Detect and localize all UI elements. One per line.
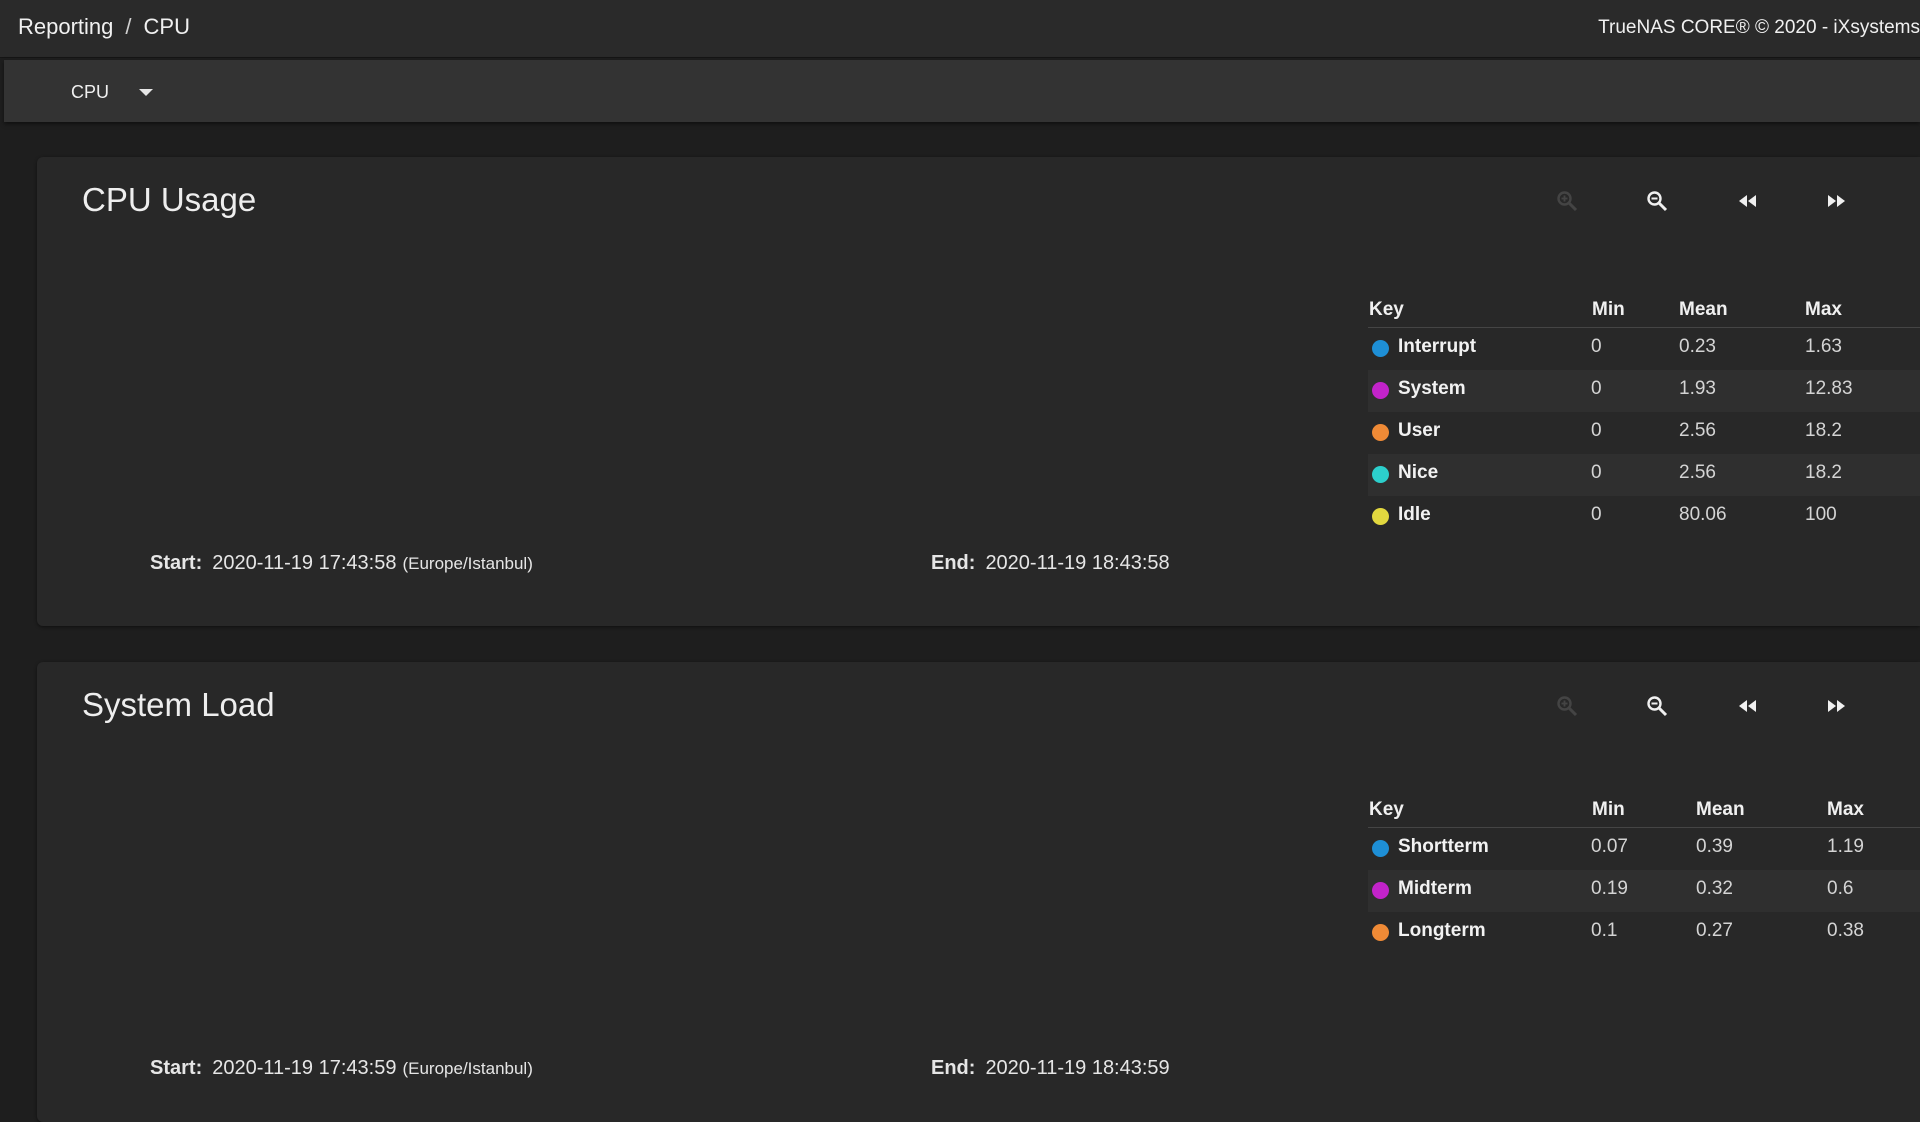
legend-header-min: Min <box>1592 299 1625 320</box>
breadcrumb: Reporting / CPU <box>18 14 190 40</box>
chart-legend-table: Key Min Mean Max Shortterm 0.07 0.39 1.1… <box>1368 793 1920 954</box>
start-value: 2020-11-19 17:43:59 <box>212 1057 397 1079</box>
series-max: 1.19 <box>1827 836 1864 857</box>
card-title: System Load <box>82 686 275 723</box>
timezone-label: (Europe/Istanbul) <box>402 1059 533 1078</box>
series-mean: 80.06 <box>1679 504 1727 525</box>
breadcrumb-reporting[interactable]: Reporting <box>18 14 113 39</box>
start-label: Start: <box>150 1057 203 1079</box>
copyright-text: TrueNAS CORE® © 2020 - iXsystems <box>1598 17 1920 38</box>
breadcrumb-separator: / <box>125 14 132 39</box>
series-min: 0.07 <box>1591 836 1628 857</box>
timezone-label: (Europe/Istanbul) <box>402 554 533 573</box>
series-max: 18.2 <box>1805 420 1842 441</box>
series-color-dot <box>1372 924 1389 941</box>
top-bar: Reporting / CPU TrueNAS CORE® © 2020 - iXs… <box>0 0 1920 58</box>
start-label: Start: <box>150 552 203 574</box>
series-color-dot <box>1372 508 1389 525</box>
series-min: 0.1 <box>1591 920 1618 941</box>
series-min: 0.19 <box>1591 878 1628 899</box>
series-color-dot <box>1372 840 1389 857</box>
series-min: 0 <box>1591 504 1602 525</box>
step-back-icon[interactable] <box>1727 181 1767 221</box>
legend-row-nice: Nice 0 2.56 18.2 <box>1368 454 1920 496</box>
series-max: 100 <box>1805 504 1837 525</box>
system-load-card: System Load Key Min Mean Max Shortterm 0… <box>37 662 1920 1122</box>
legend-header-max: Max <box>1827 799 1864 820</box>
breadcrumb-cpu: CPU <box>143 14 190 39</box>
step-forward-icon[interactable] <box>1817 686 1857 726</box>
series-mean: 1.93 <box>1679 378 1716 399</box>
legend-header-mean: Mean <box>1696 799 1745 820</box>
series-name: System <box>1398 378 1466 399</box>
series-max: 1.63 <box>1805 336 1842 357</box>
series-max: 0.38 <box>1827 920 1864 941</box>
series-mean: 0.39 <box>1696 836 1733 857</box>
series-name: Nice <box>1398 462 1439 483</box>
end-label: End: <box>931 552 976 574</box>
series-color-dot <box>1372 882 1389 899</box>
legend-header-min: Min <box>1592 799 1625 820</box>
legend-row-longterm: Longterm 0.1 0.27 0.38 <box>1368 912 1920 954</box>
legend-row-idle: Idle 0 80.06 100 <box>1368 496 1920 538</box>
card-title: CPU Usage <box>82 181 257 218</box>
series-name: Interrupt <box>1398 336 1477 357</box>
legend-header-max: Max <box>1805 299 1842 320</box>
series-name: User <box>1398 420 1441 441</box>
series-min: 0 <box>1591 462 1602 483</box>
legend-row-shortterm: Shortterm 0.07 0.39 1.19 <box>1368 828 1920 870</box>
start-value: 2020-11-19 17:43:58 <box>212 552 397 574</box>
legend-header: Key Min Mean Max <box>1368 793 1920 828</box>
chart-toolbar <box>1547 181 1920 221</box>
report-type-value: CPU <box>71 81 110 102</box>
zoom-out-icon[interactable] <box>1637 181 1677 221</box>
legend-row-user: User 0 2.56 18.2 <box>1368 412 1920 454</box>
series-color-dot <box>1372 382 1389 399</box>
series-max: 12.83 <box>1805 378 1853 399</box>
start-time: Start: 2020-11-19 17:43:59 (Europe/Istanbu… <box>150 1057 533 1080</box>
series-name: Idle <box>1398 504 1431 525</box>
start-time: Start: 2020-11-19 17:43:58 (Europe/Istanbu… <box>150 552 533 575</box>
series-mean: 0.23 <box>1679 336 1716 357</box>
series-mean: 2.56 <box>1679 420 1716 441</box>
zoom-out-icon[interactable] <box>1637 686 1677 726</box>
series-mean: 0.32 <box>1696 878 1733 899</box>
end-value: 2020-11-19 18:43:59 <box>985 1057 1170 1079</box>
series-min: 0 <box>1591 378 1602 399</box>
legend-row-system: System 0 1.93 12.83 <box>1368 370 1920 412</box>
end-label: End: <box>931 1057 976 1079</box>
report-selector-bar: CPU <box>4 60 1920 122</box>
series-name: Longterm <box>1398 920 1486 941</box>
series-mean: 2.56 <box>1679 462 1716 483</box>
zoom-in-icon[interactable] <box>1547 181 1587 221</box>
legend-header-mean: Mean <box>1679 299 1728 320</box>
report-type-select[interactable]: CPU <box>71 79 154 105</box>
legend-row-midterm: Midterm 0.19 0.32 0.6 <box>1368 870 1920 912</box>
series-mean: 0.27 <box>1696 920 1733 941</box>
cpu-usage-card: CPU Usage Key Min Mean Max Interrupt 0 0… <box>37 157 1920 626</box>
series-color-dot <box>1372 466 1389 483</box>
legend-row-interrupt: Interrupt 0 0.23 1.63 <box>1368 328 1920 370</box>
legend-header-key: Key <box>1369 299 1404 320</box>
series-min: 0 <box>1591 420 1602 441</box>
series-color-dot <box>1372 340 1389 357</box>
chevron-down-icon <box>139 88 154 96</box>
chart-toolbar <box>1547 686 1920 726</box>
chart-legend-table: Key Min Mean Max Interrupt 0 0.23 1.63 S… <box>1368 293 1920 538</box>
series-name: Midterm <box>1398 878 1472 899</box>
legend-header: Key Min Mean Max <box>1368 293 1920 328</box>
series-min: 0 <box>1591 336 1602 357</box>
series-color-dot <box>1372 424 1389 441</box>
legend-header-key: Key <box>1369 799 1404 820</box>
end-time: End: 2020-11-19 18:43:59 <box>931 1057 1170 1080</box>
step-forward-icon[interactable] <box>1817 181 1857 221</box>
series-max: 0.6 <box>1827 878 1854 899</box>
end-time: End: 2020-11-19 18:43:58 <box>931 552 1170 575</box>
series-name: Shortterm <box>1398 836 1489 857</box>
step-back-icon[interactable] <box>1727 686 1767 726</box>
end-value: 2020-11-19 18:43:58 <box>985 552 1170 574</box>
series-max: 18.2 <box>1805 462 1842 483</box>
zoom-in-icon[interactable] <box>1547 686 1587 726</box>
